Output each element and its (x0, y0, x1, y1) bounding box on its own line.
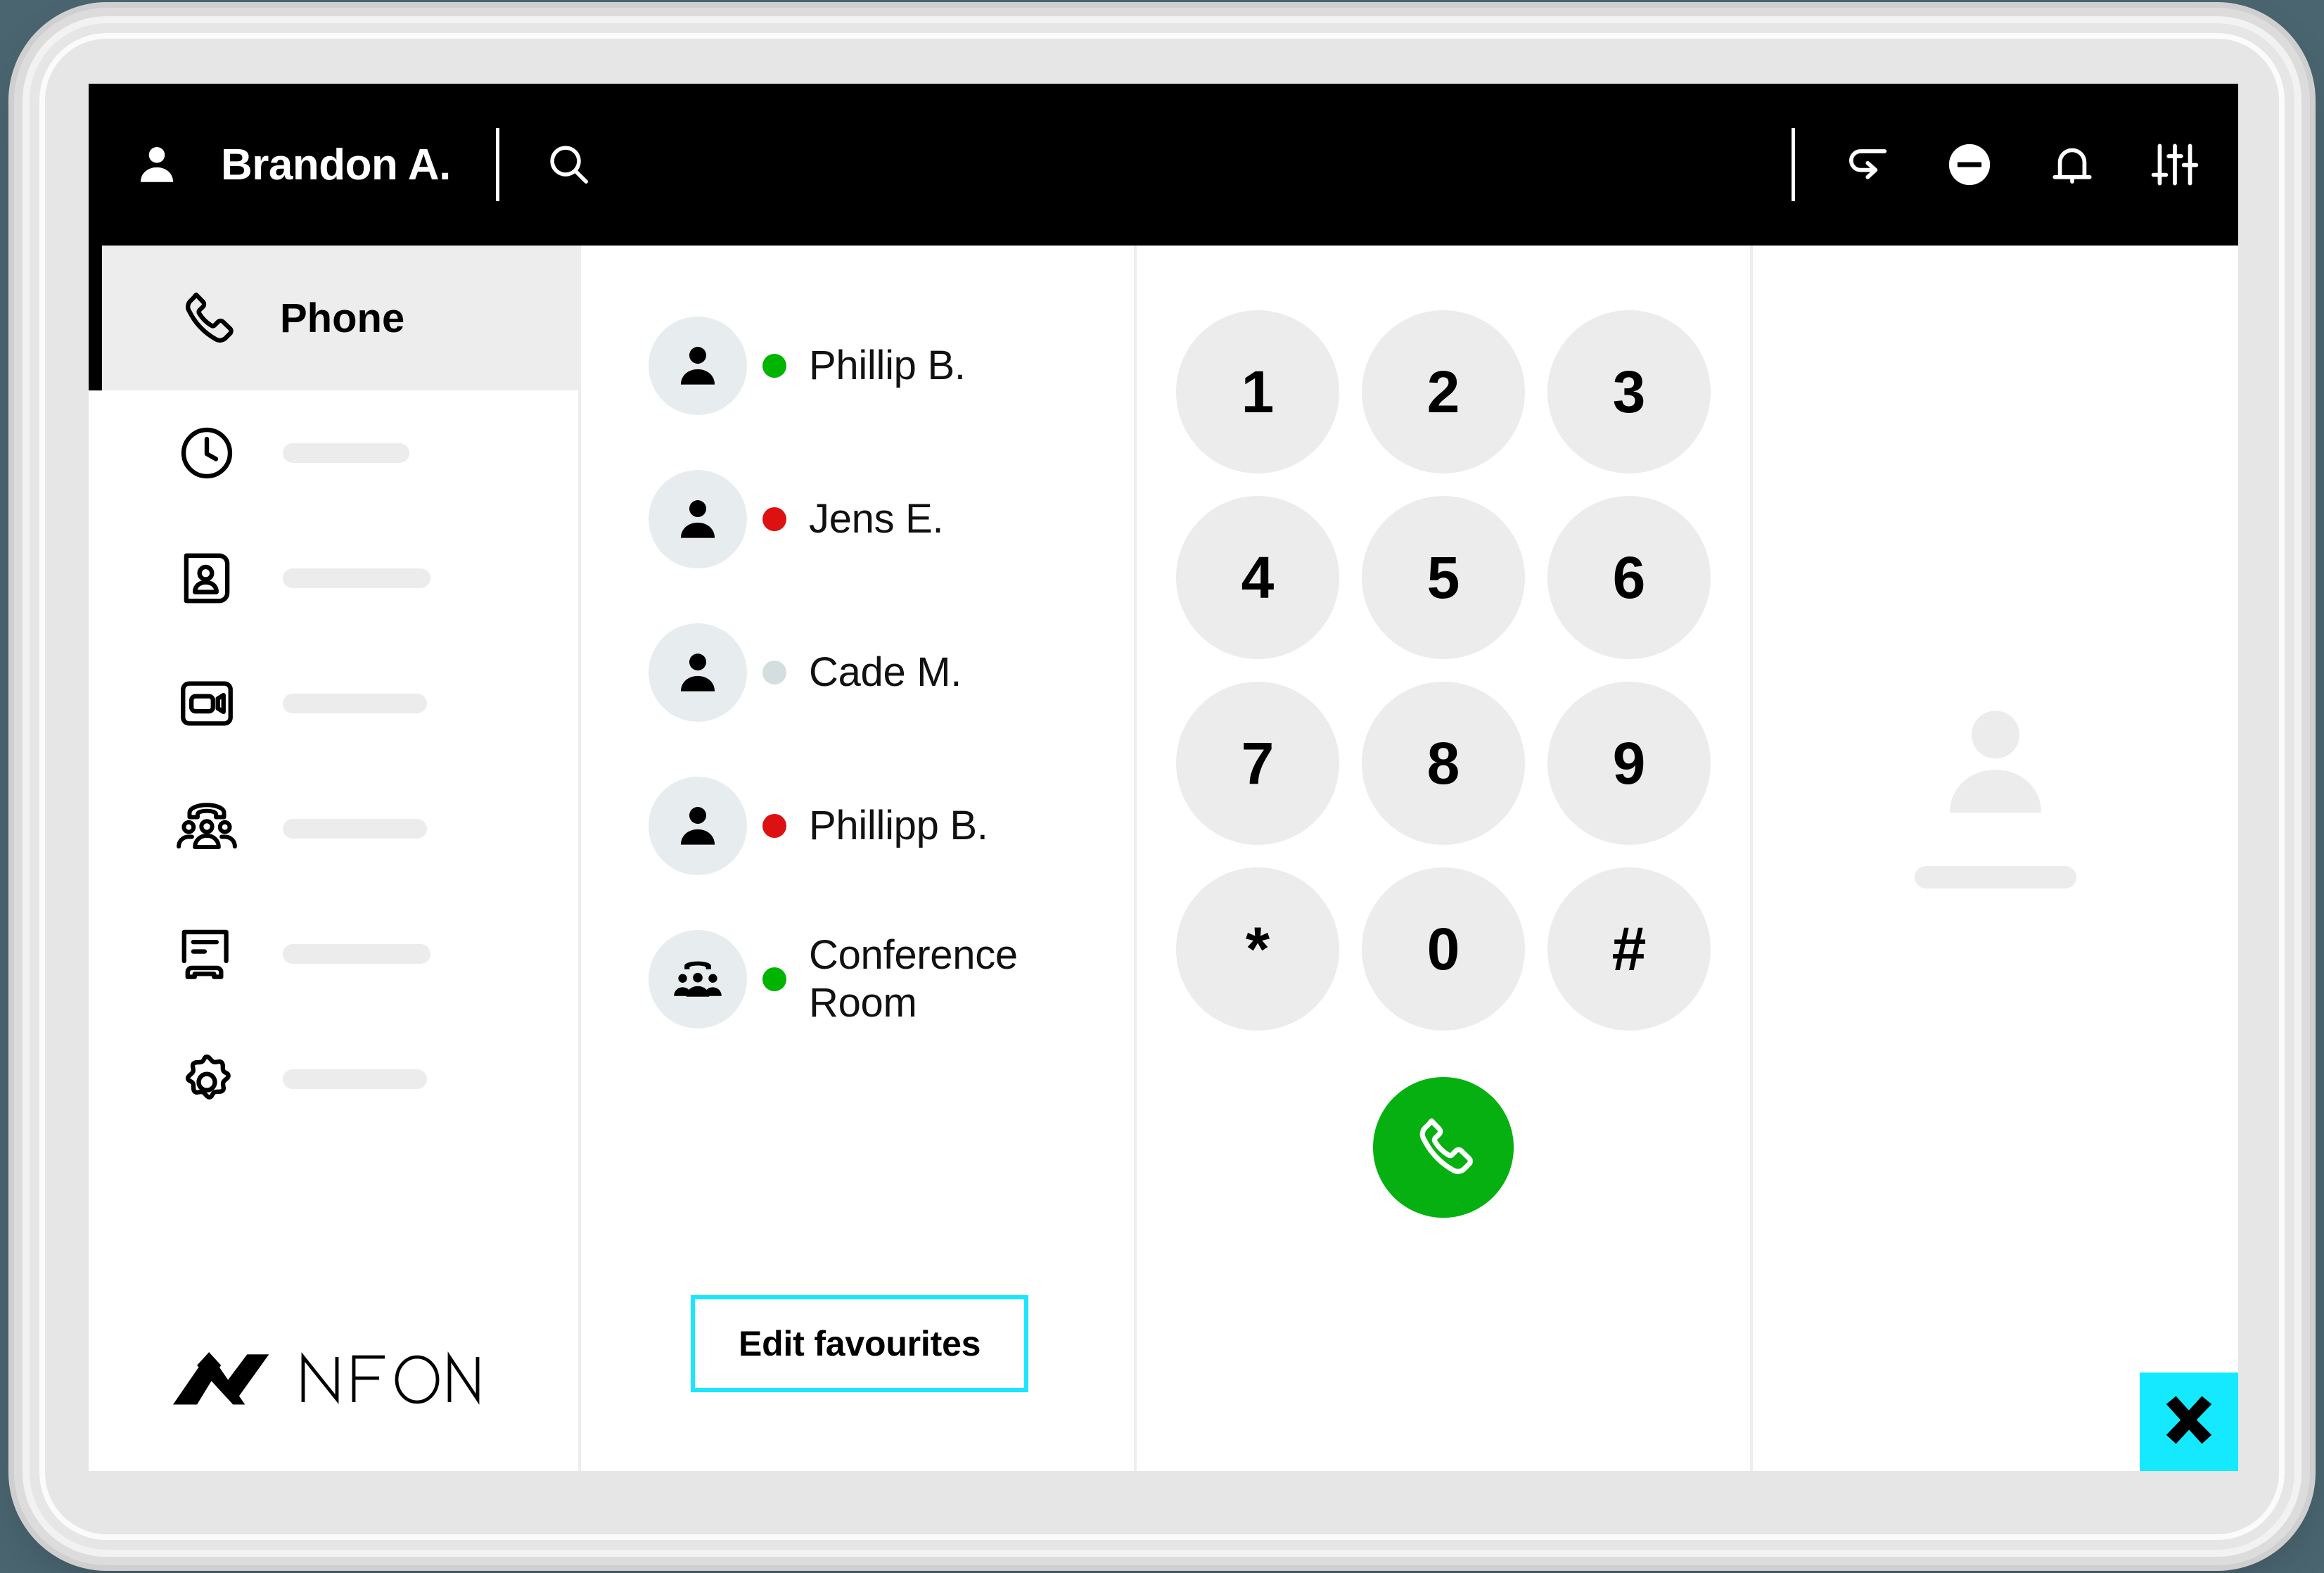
status-badge (762, 507, 786, 531)
favourites-spacer (581, 1056, 1134, 1295)
sidebar-nav: Phone (89, 246, 581, 1471)
dialpad-key-4[interactable]: 4 (1176, 496, 1339, 659)
dialpad-key-2[interactable]: 2 (1362, 310, 1525, 473)
video-camera-icon (174, 671, 239, 736)
sidebar-item-settings[interactable] (89, 1017, 578, 1142)
contact-detail-panel (1753, 246, 2238, 1471)
sidebar-item-history[interactable] (89, 390, 578, 516)
sidebar-item-voicemail[interactable] (89, 891, 578, 1017)
voicemail-icon (174, 922, 239, 986)
dialpad-key-1[interactable]: 1 (1176, 310, 1339, 473)
dialpad-key-0[interactable]: 0 (1362, 867, 1525, 1031)
status-badge (762, 661, 786, 684)
nfon-chevron-logo-icon (173, 1350, 282, 1406)
contact-name-label: Conference Room (809, 931, 1018, 1026)
edit-favourites-button[interactable]: Edit favourites (691, 1295, 1029, 1392)
topbar-divider-right (1792, 128, 1795, 201)
list-item[interactable]: Phillipp B. (581, 749, 1134, 903)
sidebar-item-label-placeholder (283, 944, 430, 964)
avatar (649, 623, 747, 722)
dialpad-grid: 1 2 3 4 5 6 7 8 9 * 0 # (1176, 310, 1711, 1031)
contact-name-label: Jens E. (809, 495, 944, 542)
dialpad-key-9[interactable]: 9 (1547, 682, 1711, 845)
dialpad-panel: 1 2 3 4 5 6 7 8 9 * 0 # (1137, 246, 1753, 1471)
sidebar-item-label-placeholder (283, 694, 427, 713)
dialpad-key-3[interactable]: 3 (1547, 310, 1711, 473)
status-badge (762, 354, 786, 378)
phone-handset-icon (174, 286, 239, 350)
list-item[interactable]: Cade M. (581, 596, 1134, 749)
topbar-actions (1840, 138, 2202, 191)
dialpad-key-8[interactable]: 8 (1362, 682, 1525, 845)
avatar (649, 777, 747, 875)
call-button[interactable] (1373, 1077, 1514, 1218)
dialpad-key-5[interactable]: 5 (1362, 496, 1525, 659)
edit-favourites-area: Edit favourites (581, 1295, 1134, 1471)
do-not-disturb-icon[interactable] (1943, 138, 1996, 191)
avatar (649, 470, 747, 568)
person-placeholder-icon (1929, 696, 2062, 829)
conference-group-icon (174, 796, 239, 861)
dialpad-key-7[interactable]: 7 (1176, 682, 1339, 845)
username-label: Brandon A. (221, 140, 451, 189)
top-bar: Brandon A. (89, 84, 2238, 246)
call-forward-icon[interactable] (1840, 138, 1894, 191)
status-badge (762, 814, 786, 838)
nfon-wordmark-icon (298, 1351, 483, 1405)
sidebar-item-phone[interactable]: Phone (89, 246, 578, 390)
sliders-icon[interactable] (2148, 138, 2202, 191)
x-chevron-badge[interactable] (2140, 1373, 2238, 1471)
list-item[interactable]: Phillip B. (581, 289, 1134, 442)
sidebar-item-video[interactable] (89, 641, 578, 766)
dialpad-key-6[interactable]: 6 (1547, 496, 1711, 659)
favourites-panel: Phillip B. Jens E. Cade M. Phillipp B. C… (581, 246, 1137, 1471)
sidebar-item-label-placeholder (283, 1069, 427, 1089)
avatar (649, 317, 747, 415)
status-badge (762, 967, 786, 991)
bell-icon[interactable] (2045, 138, 2099, 191)
gear-icon (174, 1047, 239, 1112)
app-screen: Brandon A. Phone Phillip B. Jens E. Cade… (89, 84, 2238, 1471)
search-icon[interactable] (544, 140, 594, 189)
contact-name-label: Phillipp B. (809, 802, 988, 848)
sidebar-item-label-placeholder (283, 568, 430, 588)
dialpad-key-hash[interactable]: # (1547, 867, 1711, 1031)
sidebar-item-label: Phone (280, 295, 405, 341)
nfon-brand-logo (89, 1350, 578, 1471)
list-item[interactable]: Jens E. (581, 442, 1134, 596)
contact-card-icon (174, 546, 239, 611)
contact-name-label: Cade M. (809, 649, 962, 695)
sidebar-item-conference[interactable] (89, 766, 578, 891)
topbar-divider-left (495, 128, 499, 201)
contact-name-label: Phillip B. (809, 342, 966, 388)
sidebar-item-label-placeholder (283, 443, 409, 463)
sidebar-item-label-placeholder (283, 819, 427, 839)
sidebar-item-contacts[interactable] (89, 516, 578, 641)
person-icon (134, 141, 180, 188)
clock-icon (174, 421, 239, 485)
detail-name-placeholder (1915, 866, 2076, 889)
main-content: Phone Phillip B. Jens E. Cade M. Phillip… (89, 246, 2238, 1471)
tablet-device-frame: Brandon A. Phone Phillip B. Jens E. Cade… (30, 23, 2294, 1550)
phone-handset-icon (1407, 1111, 1479, 1185)
avatar (649, 930, 747, 1028)
dialpad-key-star[interactable]: * (1176, 867, 1339, 1031)
user-profile-area[interactable]: Brandon A. (134, 140, 451, 190)
list-item[interactable]: Conference Room (581, 903, 1134, 1056)
x-chevron-icon (2157, 1388, 2221, 1456)
